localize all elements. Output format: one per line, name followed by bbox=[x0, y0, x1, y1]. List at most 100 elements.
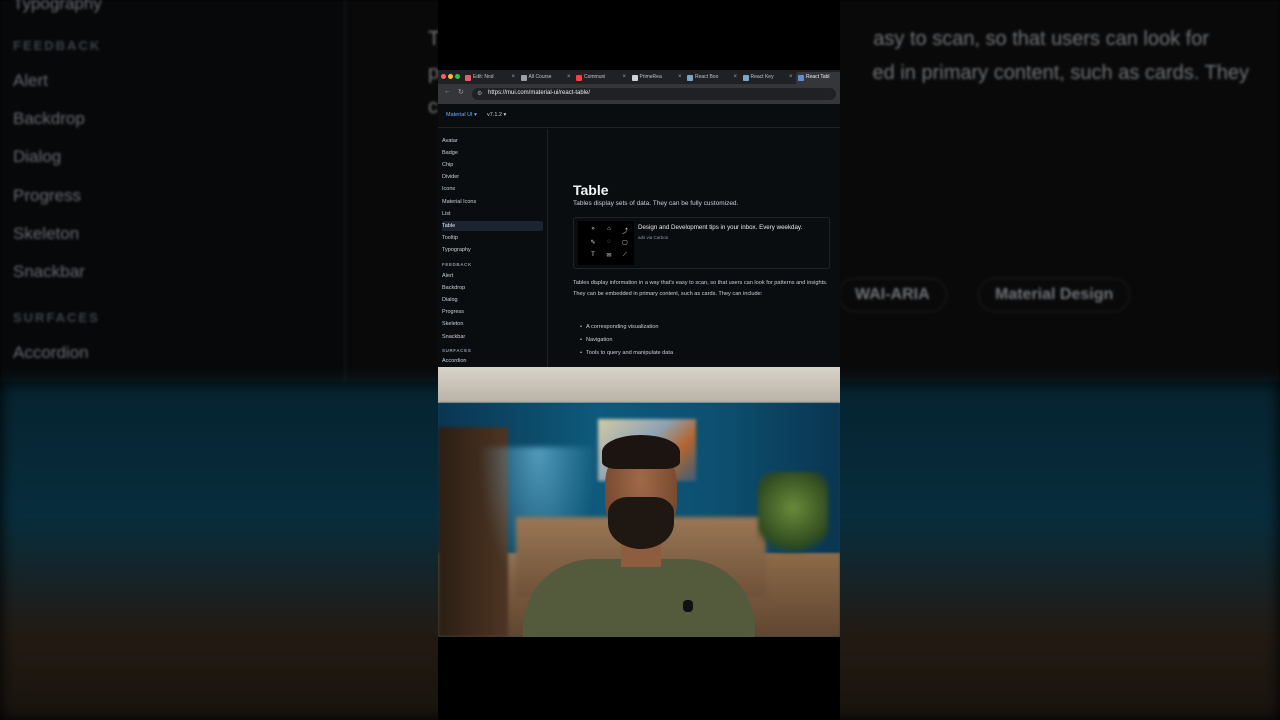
sidebar-item-alert[interactable]: Alert bbox=[442, 271, 543, 281]
sidebar-item-badge[interactable]: Badge bbox=[442, 148, 543, 158]
bg-chip-material-design: Material Design bbox=[978, 278, 1131, 312]
bg-nav-item: Dialog bbox=[13, 147, 62, 166]
bg-nav-item: Snackbar bbox=[13, 262, 85, 281]
tab-close-icon[interactable]: × bbox=[622, 72, 626, 83]
ceiling bbox=[438, 367, 840, 403]
sidebar-item-list[interactable]: List bbox=[442, 209, 543, 219]
person-hair bbox=[602, 435, 680, 469]
browser-tab[interactable]: PrimeRea × bbox=[630, 72, 684, 84]
ad-title[interactable]: Design and Development tips in your inbo… bbox=[638, 224, 802, 231]
sidebar-item-snackbar[interactable]: Snackbar bbox=[442, 332, 543, 342]
tab-label: React Key bbox=[750, 74, 774, 80]
browser-window: Edit: Nod × All Course × Communi × PrimeRea × Re… bbox=[438, 70, 840, 367]
ad-glyph-icon: ✉ bbox=[606, 253, 612, 259]
ad-glyph-icon: ⤴ bbox=[621, 229, 628, 235]
ad-glyph-icon: T bbox=[591, 252, 595, 258]
tab-label: Communi bbox=[584, 74, 606, 80]
bullet-item: A corresponding visualization bbox=[580, 324, 658, 330]
sidebar-item-divider[interactable]: Divider bbox=[442, 172, 543, 182]
bg-section-header: FEEDBACK bbox=[13, 38, 102, 53]
tab-close-icon[interactable]: × bbox=[567, 72, 571, 83]
browser-tab[interactable]: Edit: Nod × bbox=[463, 72, 517, 84]
site-info-icon[interactable]: ⚙ bbox=[477, 90, 482, 97]
tab-label: PrimeRea bbox=[639, 74, 662, 80]
product-selector[interactable]: Material UI ▾ bbox=[446, 112, 477, 118]
plant bbox=[758, 472, 828, 562]
ad-image: » ⌂ ⤴ ✎ ◌ ▢ T ✉ ⟋ bbox=[578, 221, 634, 265]
tab-favicon-icon bbox=[520, 75, 527, 81]
tab-label: React Tabl bbox=[806, 74, 830, 80]
tab-favicon-icon bbox=[798, 75, 804, 81]
tab-close-icon[interactable]: × bbox=[511, 72, 515, 83]
tab-close-icon[interactable]: × bbox=[678, 72, 682, 83]
app-bar: Material UI ▾ v7.1.2 ▾ bbox=[438, 104, 840, 128]
bg-chip-wai-aria: WAI-ARIA bbox=[838, 278, 947, 312]
sidebar-section-feedback: FEEDBACK bbox=[442, 262, 472, 267]
center-frame: Edit: Nod × All Course × Communi × PrimeRea × Re… bbox=[438, 0, 840, 720]
tab-favicon-icon bbox=[576, 75, 582, 81]
maximize-window-icon[interactable] bbox=[455, 74, 460, 79]
version-selector[interactable]: v7.1.2 ▾ bbox=[487, 112, 506, 118]
ad-glyph-icon: ⟋ bbox=[622, 252, 628, 258]
browser-tab[interactable]: All Course × bbox=[519, 72, 573, 84]
browser-tab[interactable]: React Tabl× bbox=[796, 72, 840, 84]
browser-tab[interactable]: React Boo × bbox=[685, 72, 739, 84]
browser-tab[interactable]: Communi × bbox=[574, 72, 628, 84]
tab-label: All Course bbox=[528, 74, 552, 80]
sidebar-item-dialog[interactable]: Dialog bbox=[442, 295, 543, 305]
bullet-item: Tools to query and manipulate data bbox=[580, 350, 673, 356]
sidebar-item-material-icons[interactable]: Material Icons bbox=[442, 197, 543, 207]
tab-close-icon[interactable]: × bbox=[733, 72, 737, 83]
tab-bar: Edit: Nod × All Course × Communi × PrimeRea × Re… bbox=[438, 70, 840, 84]
tab-favicon-icon bbox=[742, 75, 749, 81]
close-window-icon[interactable] bbox=[441, 74, 446, 79]
sidebar-item-typography[interactable]: Typography bbox=[442, 245, 543, 255]
sidebar-item-progress[interactable]: Progress bbox=[442, 307, 543, 317]
sidebar: Avatar Badge Chip Divider Icons Material Icon… bbox=[438, 129, 548, 367]
sidebar-section-surfaces: SURFACES bbox=[442, 348, 472, 353]
sidebar-item-tooltip[interactable]: Tooltip bbox=[442, 233, 543, 243]
ad-glyph-icon: ✎ bbox=[590, 240, 596, 246]
sidebar-item-backdrop[interactable]: Backdrop bbox=[442, 283, 543, 293]
bg-nav-item: Skeleton bbox=[13, 224, 80, 243]
bg-nav-item: Typography bbox=[13, 0, 102, 13]
tab-label: Edit: Nod bbox=[473, 74, 494, 80]
person-body bbox=[523, 559, 755, 637]
tab-label: React Boo bbox=[695, 74, 719, 80]
sidebar-item-chip[interactable]: Chip bbox=[442, 160, 543, 170]
reload-icon[interactable]: ↻ bbox=[458, 88, 464, 96]
browser-tab[interactable]: React Key × bbox=[741, 72, 795, 84]
page-title: Table bbox=[573, 182, 609, 198]
tab-favicon-icon bbox=[687, 75, 693, 81]
back-icon[interactable]: ← bbox=[444, 88, 451, 95]
sidebar-item-icons[interactable]: Icons bbox=[442, 184, 543, 194]
page-subtitle: Tables display sets of data. They can be… bbox=[573, 200, 739, 207]
sidebar-item-table[interactable]: Table bbox=[442, 220, 543, 231]
minimize-window-icon[interactable] bbox=[448, 74, 453, 79]
mui-page: Material UI ▾ v7.1.2 ▾ Avatar Badge Chip Di… bbox=[438, 104, 840, 367]
sidebar-item-avatar[interactable]: Avatar bbox=[442, 136, 543, 146]
ad-glyph-icon: ⌂ bbox=[607, 226, 611, 232]
blurred-sidebar: Typography FEEDBACK Alert Backdrop Dialo… bbox=[0, 0, 346, 382]
bg-section-header: SURFACES bbox=[13, 310, 100, 325]
intro-paragraph: Tables display information in a way that… bbox=[573, 280, 828, 297]
sidebar-item-accordion[interactable]: Accordion bbox=[442, 356, 543, 366]
webcam-feed bbox=[438, 367, 840, 637]
ad-glyph-icon: ◌ bbox=[607, 239, 611, 245]
tab-favicon-icon bbox=[631, 75, 638, 81]
ad-glyph-icon: ▢ bbox=[622, 240, 628, 246]
url-field[interactable]: ⚙ https://mui.com/material-ui/react-tabl… bbox=[472, 88, 836, 100]
tab-favicon-icon bbox=[465, 75, 471, 81]
sidebar-item-skeleton[interactable]: Skeleton bbox=[442, 319, 543, 329]
url-text: https://mui.com/material-ui/react-table/ bbox=[488, 90, 591, 96]
bg-nav-item: Backdrop bbox=[13, 109, 85, 128]
bg-nav-item: Progress bbox=[13, 186, 82, 205]
bullet-item: Navigation bbox=[580, 337, 613, 343]
bg-nav-item: Alert bbox=[13, 71, 48, 90]
ad-via-label[interactable]: ads via Carbon bbox=[638, 235, 668, 240]
bg-nav-item: Accordion bbox=[13, 343, 89, 362]
person-beard bbox=[608, 497, 674, 549]
ad-glyph-icon: » bbox=[591, 226, 595, 232]
tab-close-icon[interactable]: × bbox=[789, 72, 793, 83]
carbon-ad[interactable]: » ⌂ ⤴ ✎ ◌ ▢ T ✉ ⟋ Design and Development tips in… bbox=[573, 217, 830, 269]
